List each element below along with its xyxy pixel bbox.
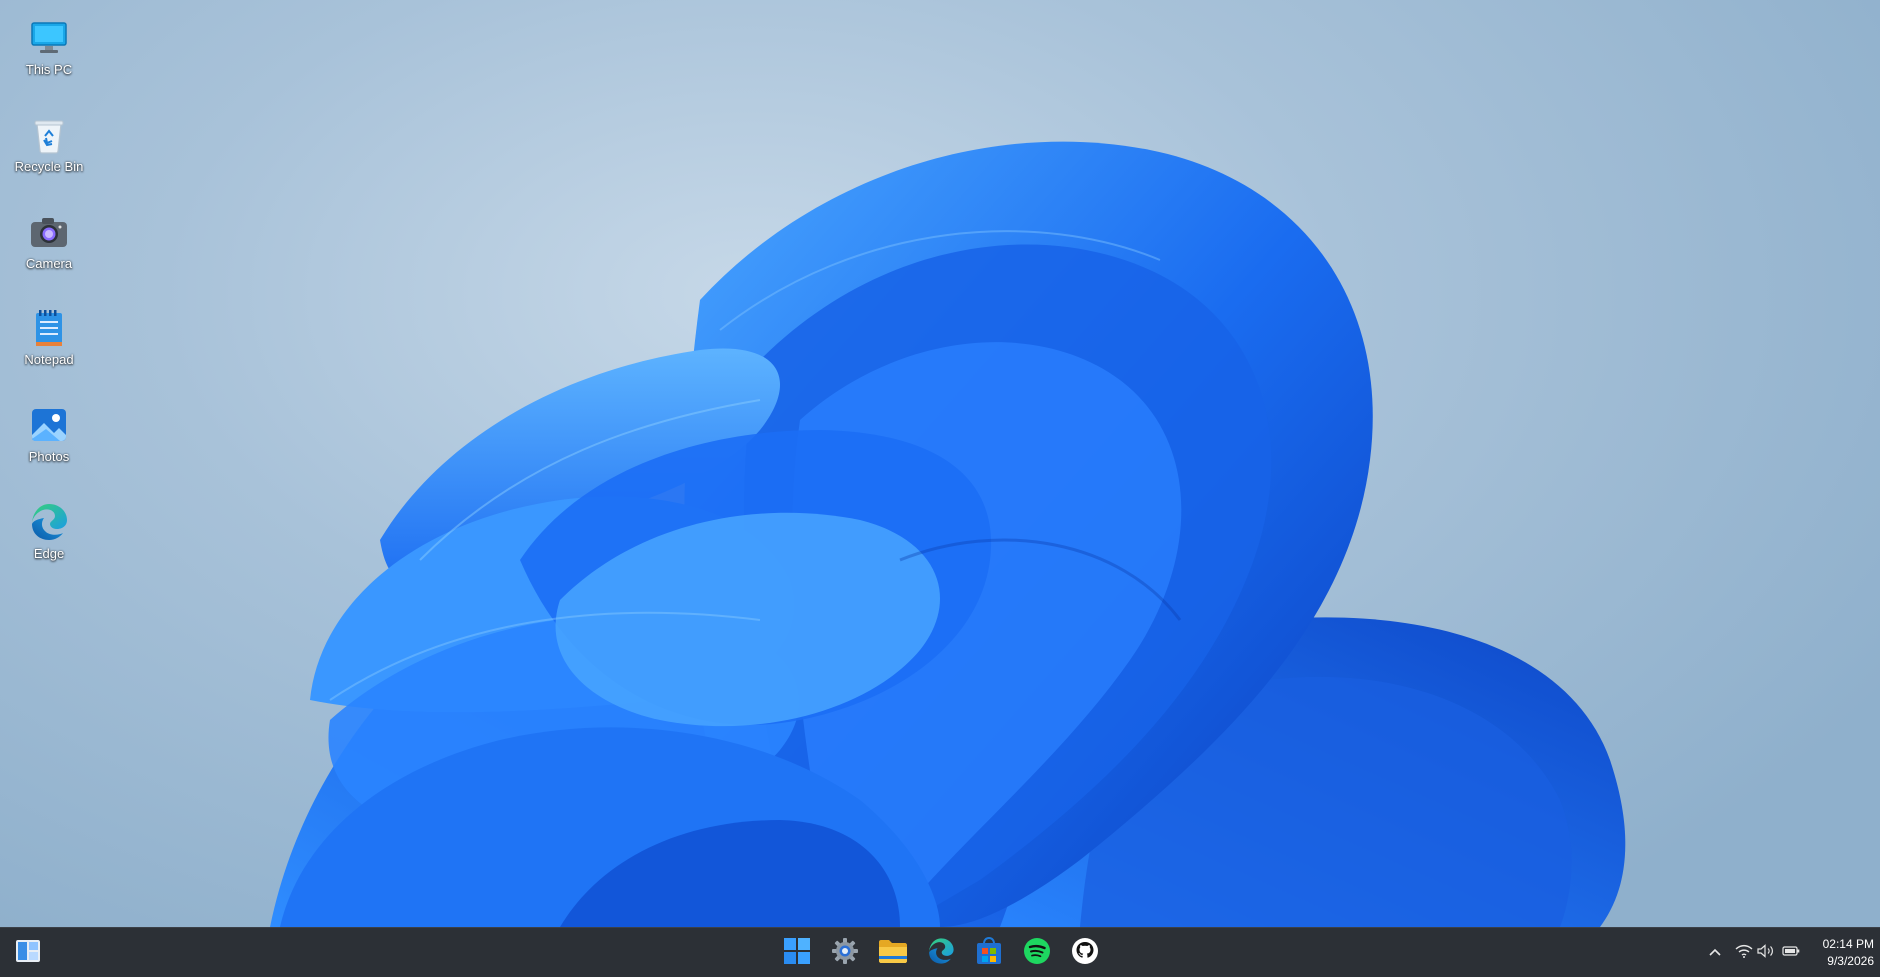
clock-time: 02:14 PM: [1822, 937, 1874, 951]
desktop-icon-label: Camera: [25, 256, 73, 271]
github-icon: [1071, 937, 1099, 970]
taskbar-settings-button[interactable]: [825, 933, 865, 973]
recycle-bin-icon: [27, 113, 71, 157]
desktop-icon-label: Photos: [28, 449, 70, 464]
wallpaper-bloom: [270, 141, 1626, 927]
widgets-button[interactable]: [8, 933, 48, 973]
settings-icon: [831, 937, 859, 970]
desktop[interactable]: This PC Recycle Bin Camera Notepad Photo…: [0, 0, 1880, 977]
microsoft-store-icon: [976, 936, 1002, 970]
taskbar-store-button[interactable]: [969, 933, 1009, 973]
desktop-icon-label: This PC: [25, 62, 73, 77]
file-explorer-icon: [878, 938, 908, 969]
network-button[interactable]: [1735, 944, 1753, 962]
desktop-icon-notepad[interactable]: Notepad: [10, 306, 88, 367]
desktop-icon-label: Edge: [33, 546, 65, 561]
taskbar-github-button[interactable]: [1065, 933, 1105, 973]
taskbar-file-explorer-button[interactable]: [873, 933, 913, 973]
battery-icon: [1782, 944, 1800, 962]
desktop-icon-camera[interactable]: Camera: [10, 210, 88, 271]
windows-start-icon: [783, 937, 811, 970]
desktop-icon-this-pc[interactable]: This PC: [10, 16, 88, 77]
desktop-icon-recycle-bin[interactable]: Recycle Bin: [10, 113, 88, 174]
taskbar: 02:14 PM 9/3/2026: [0, 927, 1880, 977]
volume-icon: [1757, 943, 1775, 963]
edge-icon: [27, 500, 71, 544]
camera-icon: [27, 210, 71, 254]
notepad-icon: [27, 306, 71, 350]
clock-date: 9/3/2026: [1827, 954, 1874, 968]
desktop-icon-photos[interactable]: Photos: [10, 403, 88, 464]
start-button[interactable]: [777, 933, 817, 973]
edge-icon: [927, 937, 955, 970]
chevron-up-icon: [1708, 944, 1722, 962]
widgets-icon: [15, 939, 41, 968]
photos-icon: [27, 403, 71, 447]
desktop-icon-label: Recycle Bin: [14, 159, 84, 174]
taskbar-clock[interactable]: 02:14 PM 9/3/2026: [1800, 936, 1874, 970]
desktop-icon-label: Notepad: [24, 352, 74, 367]
monitor-icon: [27, 16, 71, 60]
wifi-icon: [1735, 944, 1753, 963]
volume-button[interactable]: [1757, 943, 1775, 963]
battery-button[interactable]: [1782, 944, 1800, 962]
desktop-icon-edge[interactable]: Edge: [10, 500, 88, 561]
show-hidden-icons-button[interactable]: [1706, 944, 1724, 962]
taskbar-spotify-button[interactable]: [1017, 933, 1057, 973]
spotify-icon: [1023, 937, 1051, 970]
taskbar-edge-button[interactable]: [921, 933, 961, 973]
